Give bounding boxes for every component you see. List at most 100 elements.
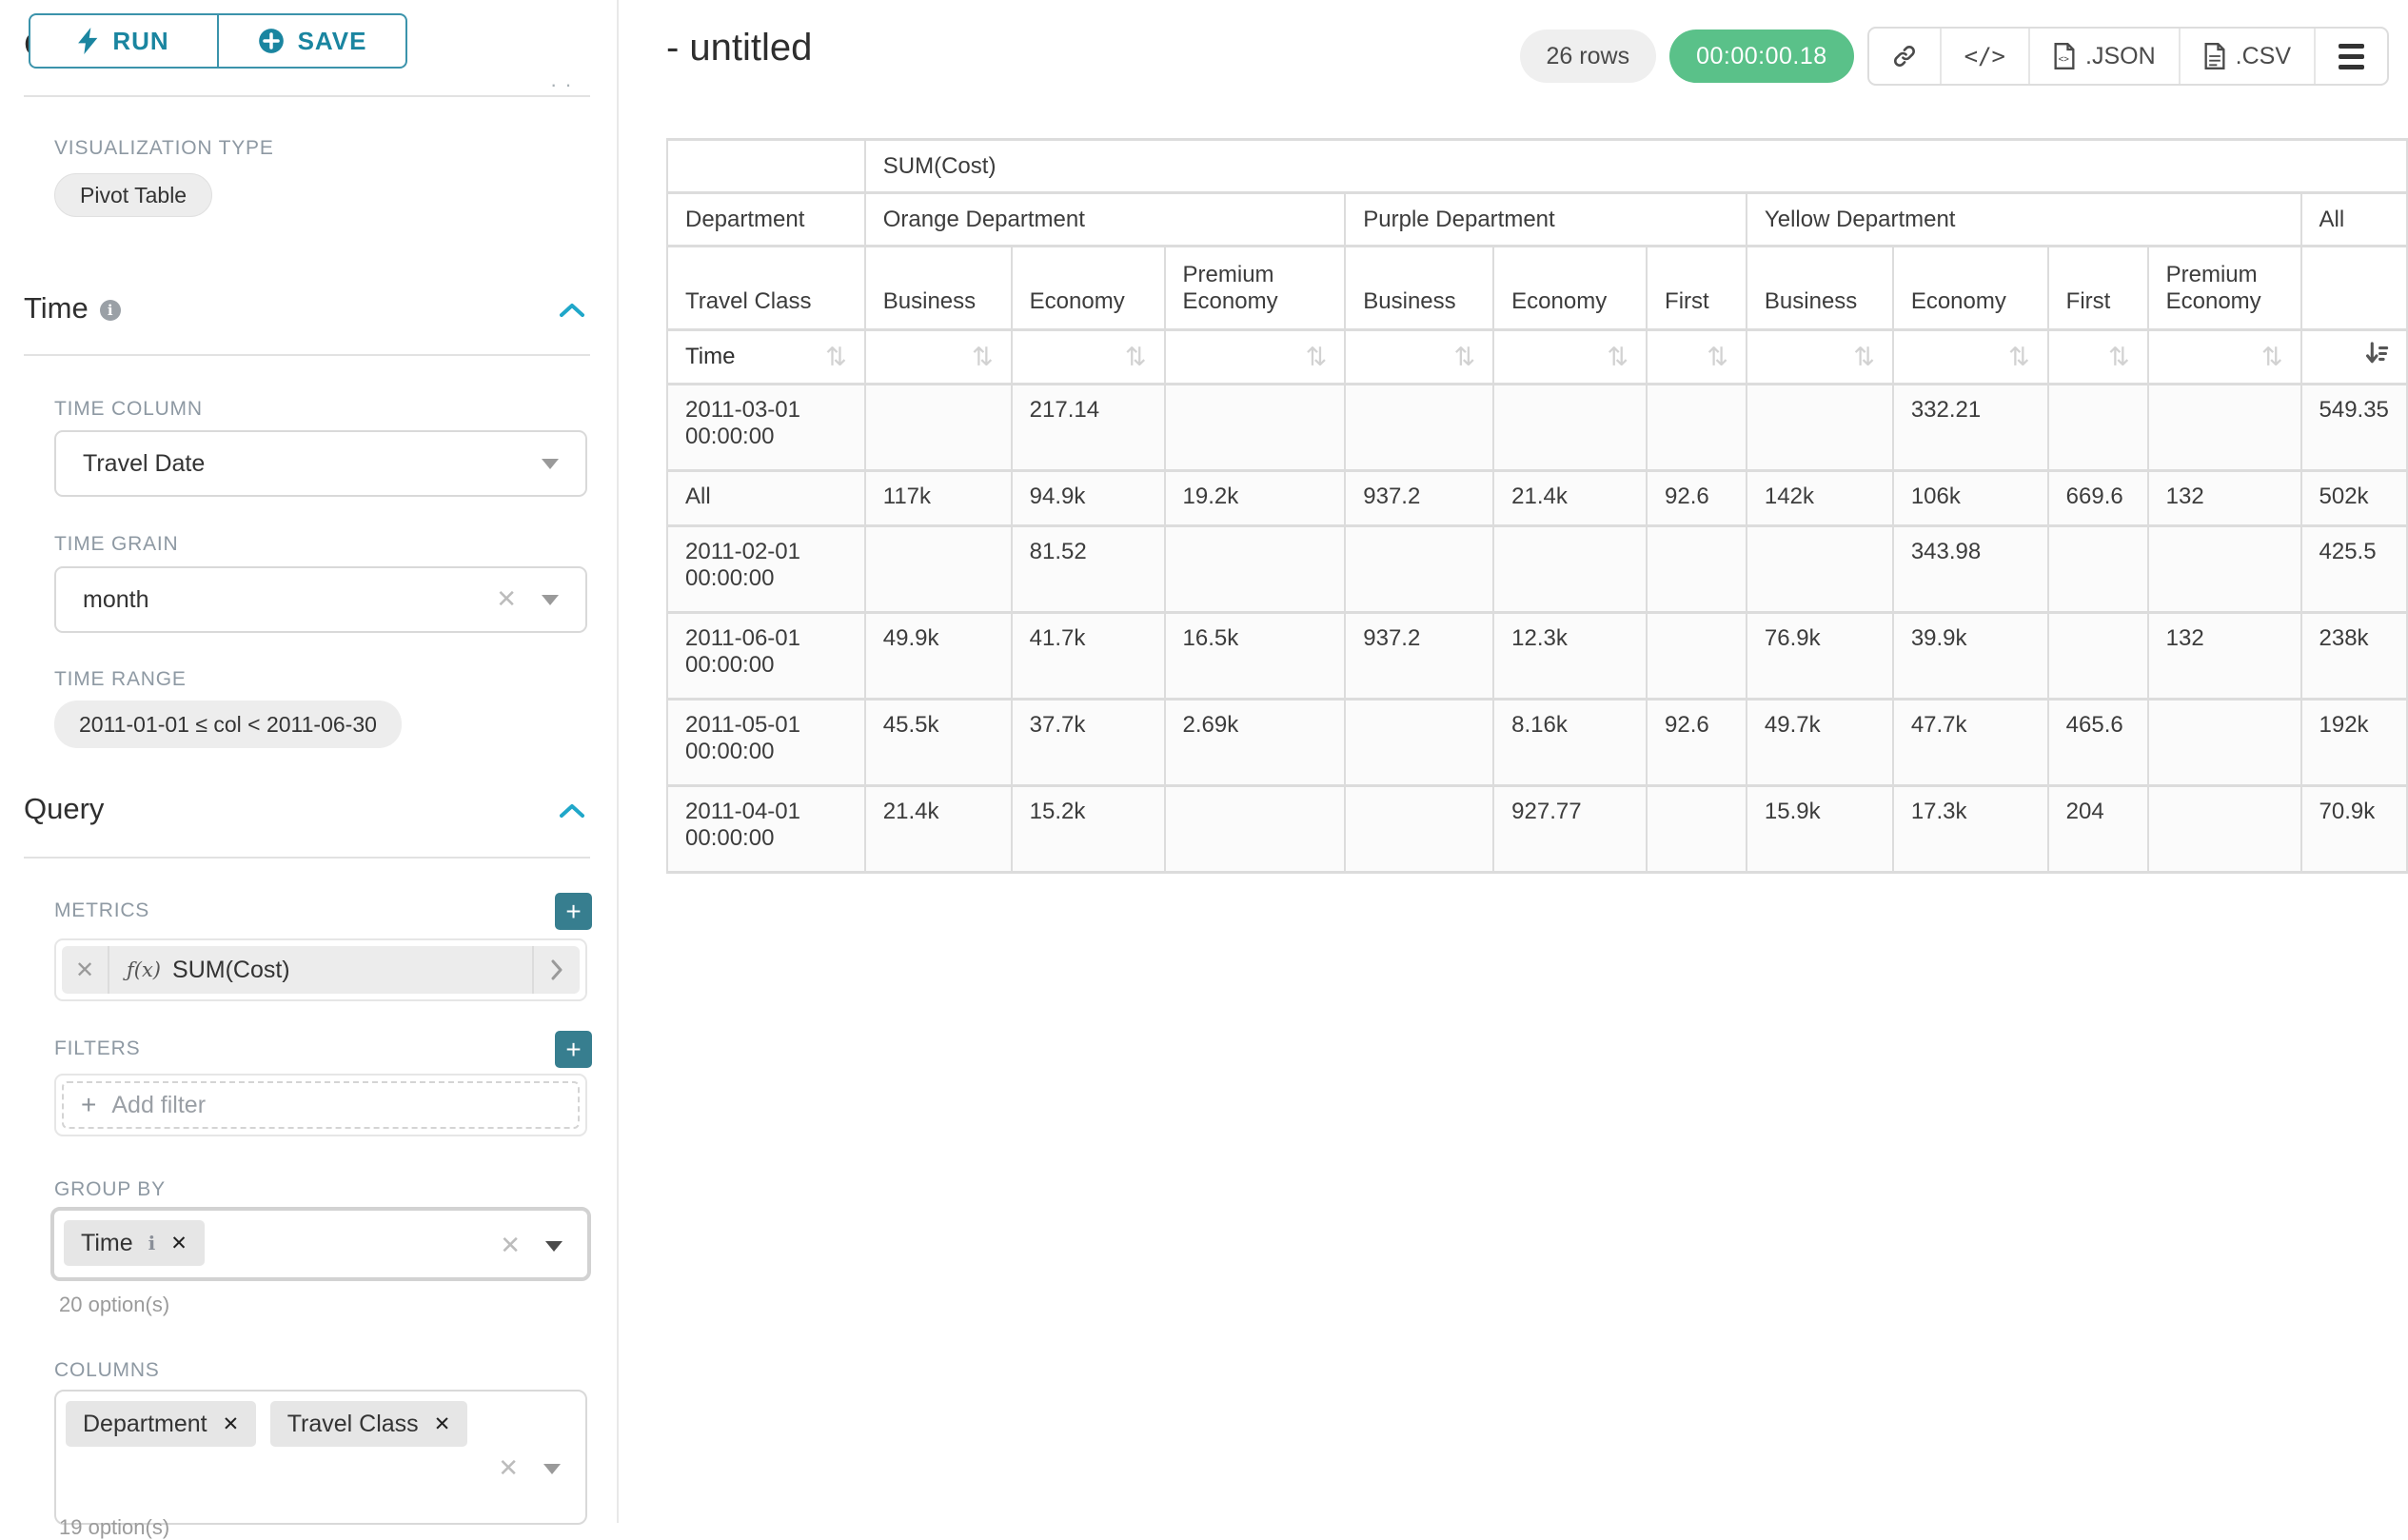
cell: 81.52 bbox=[1013, 527, 1164, 611]
chevron-up-icon[interactable] bbox=[558, 801, 586, 820]
sort-icon[interactable]: ⇅ bbox=[1707, 343, 1728, 372]
sort-icon[interactable]: ⇅ bbox=[1306, 343, 1328, 372]
cell: 549.35 bbox=[2302, 385, 2407, 469]
group-by-chip[interactable]: Time i ✕ bbox=[64, 1220, 205, 1266]
remove-chip-icon[interactable]: ✕ bbox=[223, 1412, 240, 1435]
sort-header-cell: ⇅ bbox=[2049, 331, 2147, 383]
cell: 92.6 bbox=[1648, 701, 1746, 784]
view-query-button[interactable]: </> bbox=[1940, 29, 2028, 84]
cell: 117k bbox=[866, 472, 1011, 524]
pivot-table-container: SUM(Cost)DepartmentOrange DepartmentPurp… bbox=[666, 138, 2408, 874]
remove-chip-icon[interactable]: ✕ bbox=[434, 1412, 451, 1435]
sort-icon[interactable]: ⇅ bbox=[1853, 343, 1875, 372]
sort-icon[interactable]: ⇅ bbox=[1125, 343, 1147, 372]
viz-type-pill[interactable]: Pivot Table bbox=[54, 173, 212, 217]
cell bbox=[1747, 385, 1892, 469]
col-header: Business bbox=[1346, 247, 1492, 328]
col-header: Premium Economy bbox=[2149, 247, 2300, 328]
sort-desc-icon[interactable] bbox=[2364, 341, 2389, 373]
query-section-header[interactable]: Query bbox=[24, 792, 104, 826]
cell bbox=[2049, 385, 2147, 469]
cell bbox=[1166, 787, 1345, 871]
cell: 70.9k bbox=[2302, 787, 2407, 871]
cell: 45.5k bbox=[866, 701, 1011, 784]
share-link-button[interactable] bbox=[1869, 29, 1940, 84]
pivot-table: SUM(Cost)DepartmentOrange DepartmentPurp… bbox=[666, 138, 2408, 874]
cell: 41.7k bbox=[1013, 614, 1164, 698]
cell: 21.4k bbox=[1494, 472, 1646, 524]
row-label: 2011-04-01 00:00:00 bbox=[668, 787, 864, 871]
metrics-box: ✕ ƒ(x) SUM(Cost) bbox=[54, 938, 587, 1001]
export-csv-button[interactable]: .CSV bbox=[2179, 29, 2314, 84]
remove-chip-icon[interactable]: ✕ bbox=[170, 1232, 188, 1254]
columns-label: COLUMNS bbox=[54, 1359, 160, 1382]
columns-chip[interactable]: Department ✕ bbox=[66, 1401, 256, 1447]
save-button[interactable]: SAVE bbox=[217, 13, 407, 69]
sort-header-cell: ⇅ bbox=[866, 331, 1011, 383]
filters-label: FILTERS bbox=[54, 1037, 140, 1060]
clear-icon[interactable]: ✕ bbox=[500, 1232, 521, 1260]
cell: 465.6 bbox=[2049, 701, 2147, 784]
chevron-right-icon[interactable] bbox=[532, 946, 580, 994]
remove-metric-icon[interactable]: ✕ bbox=[62, 946, 109, 994]
run-button[interactable]: RUN bbox=[29, 13, 219, 69]
col-header: Economy bbox=[1894, 247, 2047, 328]
clear-icon[interactable]: ✕ bbox=[496, 585, 517, 614]
sort-icon[interactable]: ⇅ bbox=[1607, 343, 1628, 372]
cell bbox=[1648, 385, 1746, 469]
sort-header-cell bbox=[2302, 331, 2407, 383]
page-title[interactable]: - untitled bbox=[666, 27, 812, 69]
export-json-button[interactable]: <> .JSON bbox=[2028, 29, 2179, 84]
cell bbox=[1346, 701, 1492, 784]
time-column-label: TIME COLUMN bbox=[54, 398, 203, 421]
add-filter-dropzone[interactable]: + Add filter bbox=[62, 1081, 580, 1129]
col-header: Business bbox=[1747, 247, 1892, 328]
cell bbox=[2049, 614, 2147, 698]
travel-class-axis-label: Travel Class bbox=[668, 247, 864, 328]
col-header: First bbox=[1648, 247, 1746, 328]
cell bbox=[2049, 527, 2147, 611]
viz-type-label: VISUALIZATION TYPE bbox=[54, 137, 274, 160]
code-icon: </> bbox=[1964, 43, 2005, 69]
add-filter-button[interactable]: + bbox=[555, 1031, 592, 1068]
sort-icon[interactable]: ⇅ bbox=[2008, 343, 2030, 372]
columns-select[interactable]: Department ✕ Travel Class ✕ ✕ bbox=[54, 1390, 587, 1525]
cell: 15.2k bbox=[1013, 787, 1164, 871]
sort-icon[interactable]: ⇅ bbox=[1454, 343, 1476, 372]
query-section-title: Query bbox=[24, 792, 104, 826]
cell: 502k bbox=[2302, 472, 2407, 524]
chevron-up-icon[interactable] bbox=[558, 301, 586, 320]
sort-icon[interactable]: ⇅ bbox=[825, 343, 847, 372]
file-json-icon: <> bbox=[2053, 43, 2076, 69]
row-label: 2011-02-01 00:00:00 bbox=[668, 527, 864, 611]
sort-icon[interactable]: ⇅ bbox=[972, 343, 994, 372]
metric-chip[interactable]: ✕ ƒ(x) SUM(Cost) bbox=[62, 946, 580, 994]
cell: 192k bbox=[2302, 701, 2407, 784]
cell: 937.2 bbox=[1346, 614, 1492, 698]
time-section-header[interactable]: Time i bbox=[24, 291, 121, 326]
divider bbox=[24, 354, 590, 356]
file-csv-icon bbox=[2203, 43, 2226, 69]
hamburger-icon bbox=[2339, 44, 2364, 69]
group-by-select[interactable]: Time i ✕ ✕ bbox=[50, 1207, 591, 1281]
sort-icon[interactable]: ⇅ bbox=[2261, 343, 2283, 372]
col-group-header: Purple Department bbox=[1346, 194, 1746, 245]
columns-chip[interactable]: Travel Class ✕ bbox=[270, 1401, 468, 1447]
add-metric-button[interactable]: + bbox=[555, 893, 592, 930]
cell: 425.5 bbox=[2302, 527, 2407, 611]
col-group-header: All bbox=[2302, 194, 2407, 245]
cell: 132 bbox=[2149, 614, 2300, 698]
clear-icon[interactable]: ✕ bbox=[498, 1454, 519, 1483]
time-grain-select[interactable]: month ✕ bbox=[54, 566, 587, 633]
cell bbox=[2149, 701, 2300, 784]
time-range-pill[interactable]: 2011-01-01 ≤ col < 2011-06-30 bbox=[54, 701, 402, 748]
sort-icon[interactable]: ⇅ bbox=[2108, 343, 2130, 372]
time-column-select[interactable]: Travel Date bbox=[54, 430, 587, 497]
menu-button[interactable] bbox=[2314, 29, 2387, 84]
metrics-label: METRICS bbox=[54, 899, 149, 922]
cell: 937.2 bbox=[1346, 472, 1492, 524]
group-by-options-note: 20 option(s) bbox=[59, 1293, 169, 1317]
cell bbox=[1648, 787, 1746, 871]
row-label: All bbox=[668, 472, 864, 524]
cell bbox=[1747, 527, 1892, 611]
